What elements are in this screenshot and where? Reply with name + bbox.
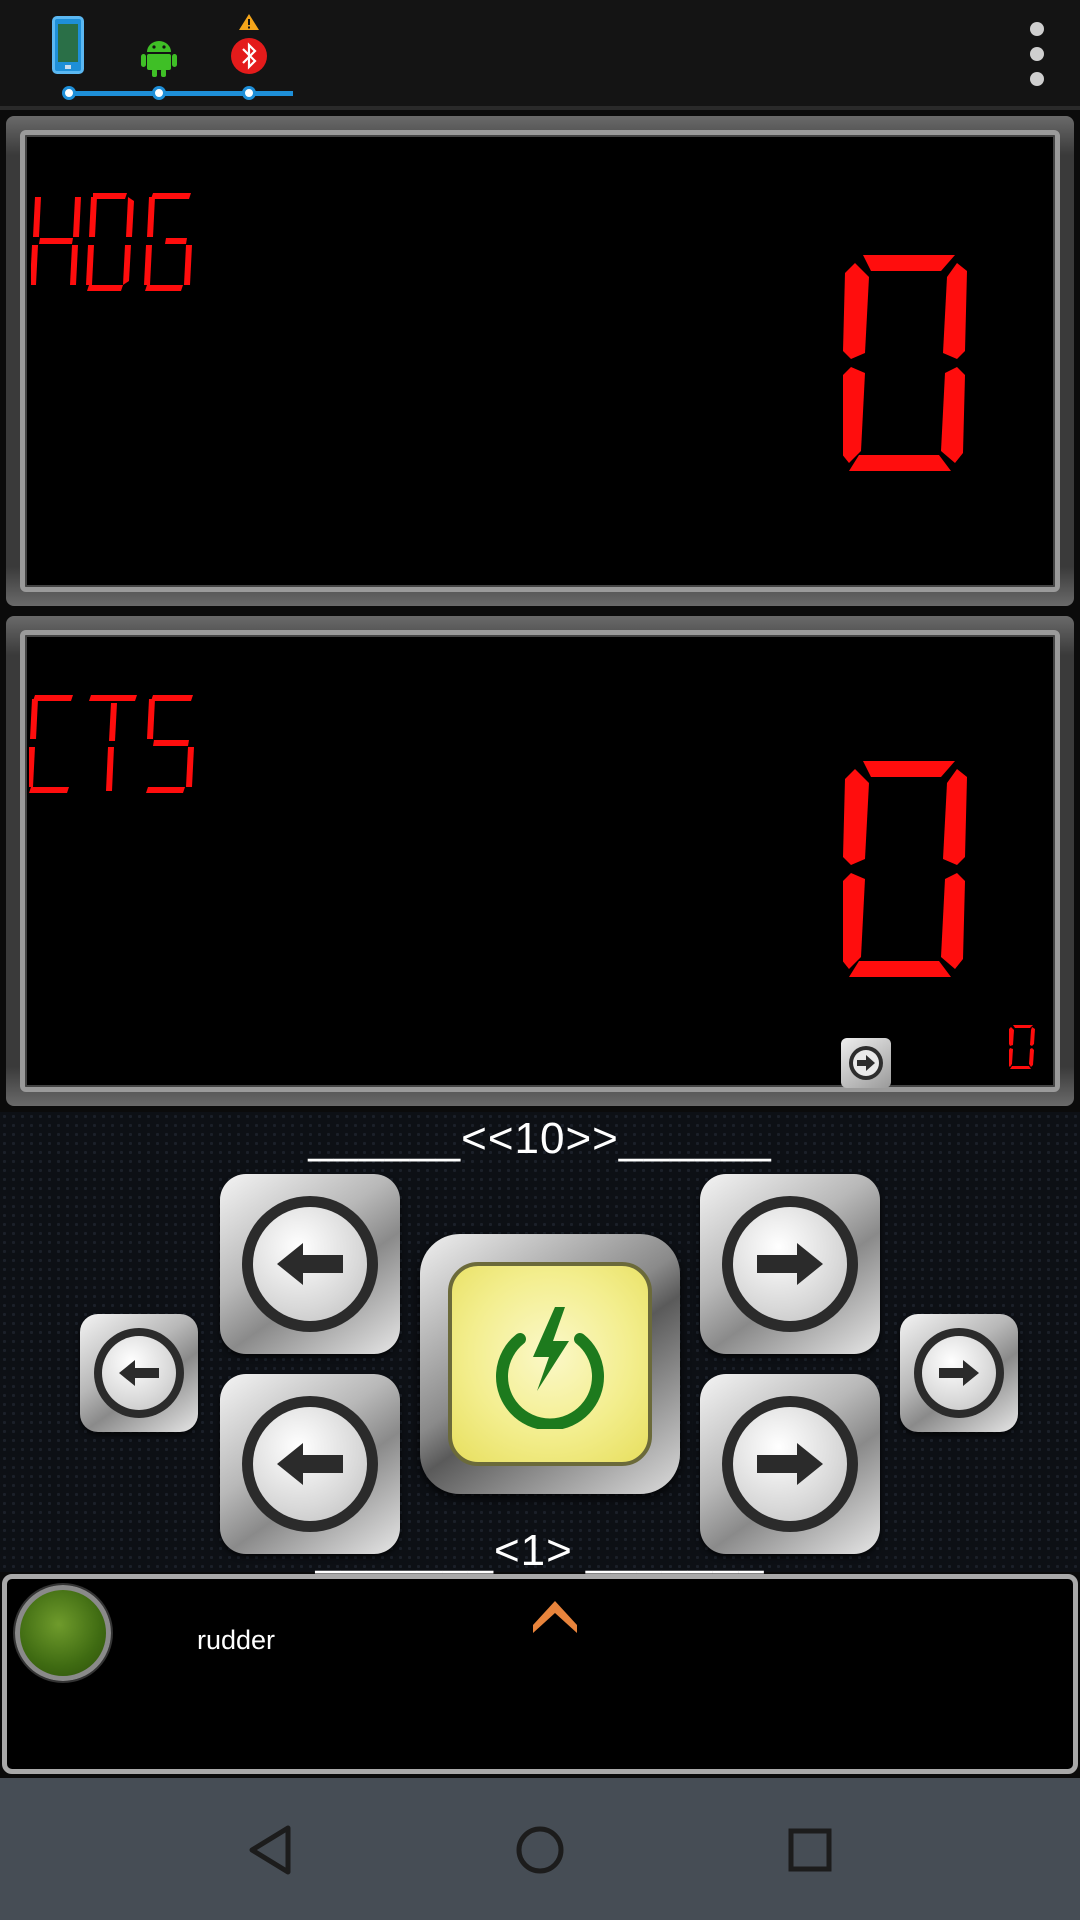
status-text: rudder — [197, 1625, 276, 1655]
right-small-button[interactable] — [900, 1314, 1018, 1432]
system-nav-bar — [0, 1778, 1080, 1920]
power-button-face — [448, 1262, 652, 1466]
power-button[interactable] — [420, 1234, 680, 1494]
status-led — [15, 1585, 111, 1681]
android-icon[interactable] — [141, 38, 177, 78]
connection-node — [242, 86, 256, 100]
connection-node — [152, 86, 166, 100]
heading-lcd — [20, 130, 1060, 592]
app-root: ______<<10>>______ _______<1> _______ ru… — [0, 0, 1080, 1920]
course-panel — [6, 616, 1074, 1106]
step-small-label: _______<1> _______ — [315, 1526, 765, 1575]
overflow-menu-icon[interactable] — [1024, 22, 1050, 90]
arrow-left-icon — [277, 1243, 343, 1285]
arrow-right-icon — [757, 1243, 823, 1285]
arrow-left-icon — [119, 1360, 159, 1386]
top-toolbar — [0, 0, 1080, 110]
phone-icon[interactable] — [52, 16, 84, 74]
right-1-button[interactable] — [700, 1374, 880, 1554]
arrow-right-icon — [939, 1360, 979, 1386]
arrow-left-icon — [277, 1443, 343, 1485]
course-lcd — [20, 630, 1060, 1092]
connection-node — [62, 86, 76, 100]
right-10-button[interactable] — [700, 1174, 880, 1354]
left-10-button[interactable] — [220, 1174, 400, 1354]
recents-icon[interactable] — [780, 1820, 840, 1880]
back-icon[interactable] — [240, 1820, 300, 1880]
heading-panel — [6, 116, 1074, 606]
status-row: rudder — [2, 1574, 1078, 1774]
home-icon[interactable] — [510, 1820, 570, 1880]
left-1-button[interactable] — [220, 1374, 400, 1554]
left-small-button[interactable] — [80, 1314, 198, 1432]
chevron-up-icon[interactable] — [533, 1599, 577, 1633]
heading-value — [843, 255, 967, 471]
course-value — [843, 761, 967, 977]
arrow-right-icon — [757, 1443, 823, 1485]
bluetooth-warning-icon[interactable] — [230, 14, 268, 76]
course-sub-button[interactable] — [841, 1038, 891, 1088]
arrow-right-circle-icon — [849, 1046, 883, 1080]
connection-line — [68, 91, 293, 96]
step-large-label: ______<<10>>______ — [308, 1114, 772, 1163]
course-label — [29, 695, 194, 793]
power-bolt-icon — [496, 1307, 604, 1429]
course-sub-value — [1009, 1025, 1035, 1069]
heading-label — [31, 193, 192, 291]
